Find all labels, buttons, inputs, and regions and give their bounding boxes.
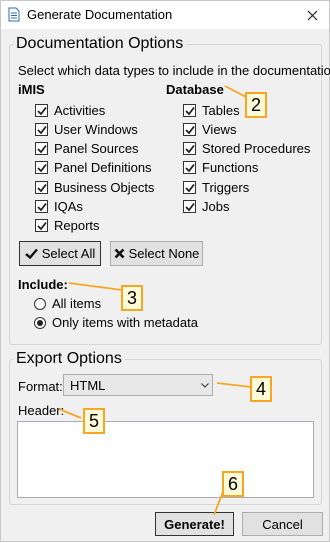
checkbox-label: User Windows <box>54 122 138 137</box>
checkbox-label: IQAs <box>54 199 83 214</box>
close-button[interactable] <box>299 5 325 25</box>
chevron-down-icon <box>201 383 209 388</box>
radio-label: Only items with metadata <box>52 315 198 330</box>
documentation-options-title: Documentation Options <box>13 35 187 53</box>
check-icon <box>185 202 195 212</box>
checkbox-label: Views <box>202 122 237 137</box>
select-none-label: Select None <box>128 246 200 261</box>
cancel-button[interactable]: Cancel <box>242 512 323 536</box>
check-icon <box>37 163 47 173</box>
check-icon <box>185 106 195 116</box>
check-icon <box>37 221 47 231</box>
checkbox-label: Panel Definitions <box>54 160 152 175</box>
cancel-label: Cancel <box>262 516 303 532</box>
checkbox-label: Tables <box>202 103 240 118</box>
header-label: Header: <box>18 403 65 418</box>
include-label: Include: <box>18 277 68 292</box>
checkbox-label: Stored Procedures <box>202 141 311 156</box>
callout-3: 3 <box>121 285 143 311</box>
checkbox-label: Triggers <box>202 180 250 195</box>
callout-4: 4 <box>250 376 272 402</box>
generate-button[interactable]: Generate! <box>155 512 234 536</box>
checkbox-label: Business Objects <box>54 180 155 195</box>
title-bar: Generate Documentation <box>1 1 329 29</box>
checkbox-label: Jobs <box>202 199 230 214</box>
generate-label: Generate! <box>164 516 225 532</box>
radio-label: All items <box>52 296 102 311</box>
documentation-description: Select which data types to include in th… <box>18 63 330 78</box>
generate-documentation-dialog: Generate Documentation Documentation Opt… <box>0 0 330 542</box>
check-icon <box>37 125 47 135</box>
format-select[interactable]: HTML <box>63 374 213 396</box>
x-icon <box>114 248 124 259</box>
checkbox-label: Panel Sources <box>54 141 139 156</box>
callout-2: 2 <box>245 92 267 118</box>
window-title: Generate Documentation <box>27 7 173 22</box>
select-all-button[interactable]: Select All <box>19 241 101 266</box>
select-none-button[interactable]: Select None <box>110 241 203 266</box>
checkbox-label: Activities <box>54 103 106 118</box>
select-all-label: Select All <box>41 246 96 261</box>
header-textarea[interactable] <box>17 421 314 498</box>
database-heading: Database <box>166 82 224 97</box>
check-icon <box>37 183 47 193</box>
check-icon <box>185 144 195 154</box>
close-icon <box>307 10 317 20</box>
format-label: Format: <box>18 379 63 394</box>
check-icon <box>24 248 38 259</box>
checkbox-label: Functions <box>202 160 259 175</box>
check-icon <box>185 183 195 193</box>
checkbox-label: Reports <box>54 218 100 233</box>
check-icon <box>37 144 47 154</box>
callout-6: 6 <box>222 471 244 497</box>
check-icon <box>185 163 195 173</box>
export-options-title: Export Options <box>13 350 125 368</box>
check-icon <box>185 125 195 135</box>
format-value: HTML <box>70 378 106 393</box>
callout-5: 5 <box>83 408 105 434</box>
imis-heading: iMIS <box>18 82 45 97</box>
check-icon <box>37 106 47 116</box>
check-icon <box>37 202 47 212</box>
document-icon <box>8 7 20 22</box>
